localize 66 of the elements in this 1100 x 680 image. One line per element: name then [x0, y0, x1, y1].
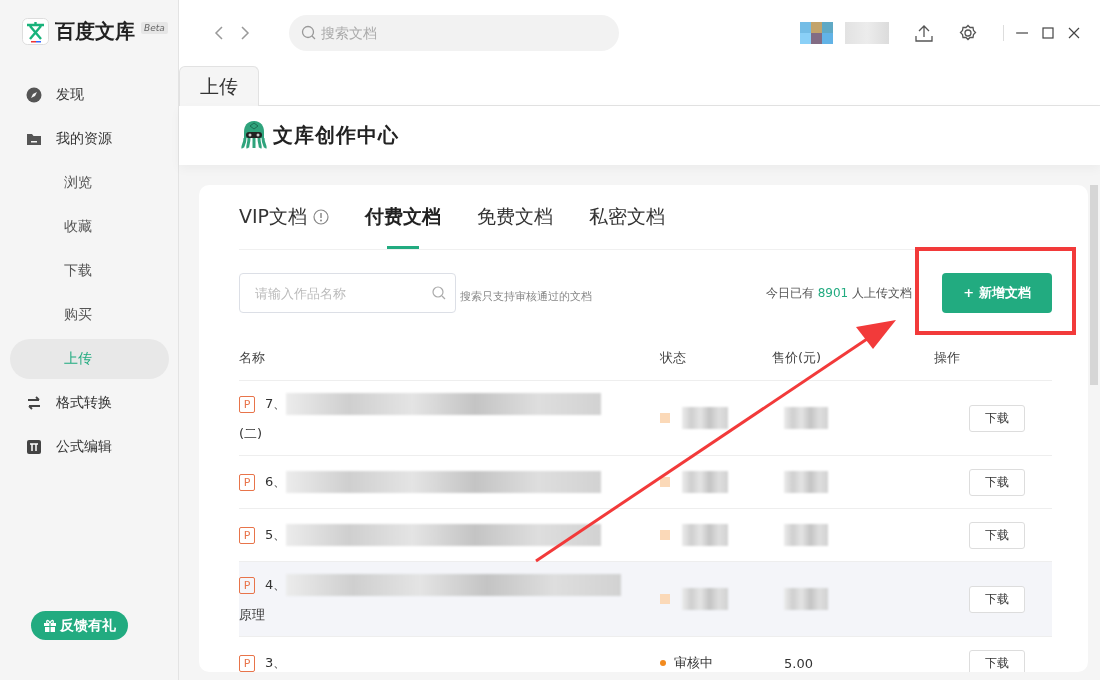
sidebar-subitem[interactable]: 收藏	[10, 207, 169, 247]
column-header: 操作	[934, 336, 1052, 381]
settings-icon[interactable]	[959, 23, 977, 42]
redacted-block	[682, 471, 728, 493]
sidebar-subitem[interactable]: 浏览	[10, 163, 169, 203]
file-type-badge: P	[239, 473, 255, 491]
folder-icon	[26, 131, 42, 147]
download-button[interactable]: 下载	[969, 521, 1025, 549]
redacted-block	[784, 588, 828, 610]
swap-arrows-icon	[26, 395, 42, 411]
upload-stats-text: 今日已有 8901 人上传文档	[765, 284, 912, 302]
work-name-search-field[interactable]: 请输入作品名称	[239, 273, 456, 313]
file-type-badge: P	[239, 576, 255, 594]
document-tab[interactable]: VIP文档	[239, 185, 330, 249]
redacted-username	[845, 21, 889, 44]
sidebar-item[interactable]: 我的资源	[10, 119, 136, 159]
file-type-badge: P	[239, 654, 255, 672]
document-title[interactable]: 4、	[265, 576, 287, 594]
download-button[interactable]: 下载	[969, 649, 1025, 672]
document-title[interactable]: 3、	[265, 654, 287, 672]
document-title[interactable]: 5、	[265, 526, 287, 544]
sidebar-item[interactable]: 发现	[10, 75, 136, 115]
sidebar-item[interactable]: 公式编辑	[10, 427, 136, 467]
document-tab[interactable]: 私密文档	[589, 185, 666, 249]
price-text: 5.00	[784, 655, 813, 671]
redacted-block	[784, 407, 828, 429]
page-tab[interactable]: 上传	[179, 66, 259, 106]
download-button[interactable]: 下载	[969, 585, 1025, 613]
redacted-block	[682, 588, 728, 610]
status-text: 审核中	[674, 654, 713, 672]
app-name: 百度文库	[55, 18, 135, 45]
avatar-placeholder[interactable]	[800, 21, 833, 44]
file-type-badge: P	[239, 395, 255, 413]
upload-icon[interactable]	[915, 23, 933, 42]
redacted-block	[682, 407, 728, 429]
document-title-continued: 原理	[239, 606, 265, 624]
scrollbar-thumb[interactable]	[1090, 185, 1098, 385]
maximize-icon[interactable]	[1042, 26, 1054, 39]
column-header: 名称	[239, 336, 660, 381]
beta-badge: Beta	[141, 22, 168, 34]
search-icon	[432, 286, 446, 300]
download-button[interactable]: 下载	[969, 404, 1025, 432]
search-field[interactable]: 搜索文档	[289, 14, 619, 51]
document-title[interactable]: 6、	[265, 473, 287, 491]
pi-icon	[26, 439, 42, 455]
gift-icon	[42, 618, 57, 633]
close-icon[interactable]	[1068, 26, 1080, 39]
document-tab[interactable]: 付费文档	[365, 185, 442, 249]
document-title[interactable]: 7、	[265, 395, 287, 413]
download-button[interactable]: 下载	[969, 468, 1025, 496]
file-type-badge: P	[239, 526, 255, 544]
document-title-continued: (二)	[239, 425, 263, 443]
redacted-block	[682, 524, 728, 546]
sidebar-subitem[interactable]: 购买	[10, 295, 169, 335]
document-tab[interactable]: 免费文档	[477, 185, 554, 249]
sidebar-item[interactable]: 格式转换	[10, 383, 136, 423]
app-logo-icon	[22, 18, 49, 45]
redacted-block	[784, 471, 828, 493]
column-header: 状态	[660, 336, 772, 381]
sidebar-subitem[interactable]: 下载	[10, 251, 169, 291]
status-dot	[660, 660, 666, 666]
brand-title: 文库创作中心	[273, 122, 399, 149]
compass-icon	[26, 87, 42, 103]
search-hint: 搜索只支持审核通过的文档	[460, 288, 592, 304]
redacted-block	[784, 524, 828, 546]
search-icon	[301, 24, 316, 40]
